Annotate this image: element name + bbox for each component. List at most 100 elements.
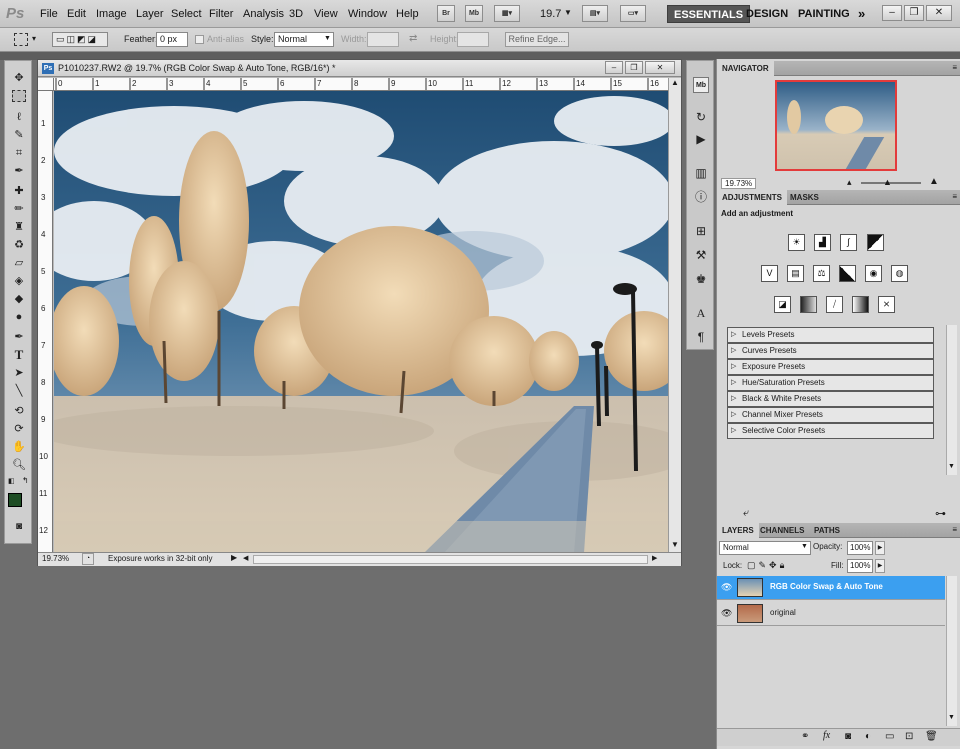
pen-tool-icon[interactable]: ✒ — [11, 329, 27, 345]
tab-masks[interactable]: MASKS — [785, 190, 824, 205]
new-layer-icon[interactable]: ⊡ — [905, 731, 913, 742]
tab-channels[interactable]: CHANNELS — [755, 523, 809, 538]
swap-colors-icon[interactable]: ↰ — [22, 476, 29, 485]
navigator-zoom-field[interactable]: 19.73% — [721, 178, 757, 189]
menu-analysis[interactable]: Analysis — [243, 8, 284, 20]
zoom-level-select[interactable]: 19.7 — [540, 8, 561, 20]
list-item-selective-color-presets[interactable]: Selective Color Presets — [727, 423, 934, 439]
actions-panel-icon[interactable]: ▶ — [693, 131, 709, 147]
vertical-scrollbar[interactable]: ▲ ▼ — [668, 78, 681, 554]
default-colors-icon[interactable]: ◧ — [8, 477, 15, 485]
layer-row-selected[interactable]: 👁︎ RGB Color Swap & Auto Tone — [717, 576, 945, 600]
3d-orbit-tool-icon[interactable]: ⟳ — [11, 421, 27, 437]
document-canvas[interactable] — [54, 91, 668, 553]
zoom-in-icon[interactable]: ▲ — [929, 176, 939, 187]
clone-source-panel-icon[interactable]: ♚ — [693, 271, 709, 287]
quick-selection-tool-icon[interactable]: ✎ — [11, 127, 27, 143]
tab-paths[interactable]: PATHS — [809, 523, 845, 538]
tab-adjustments[interactable]: ADJUSTMENTS — [717, 190, 788, 205]
posterize-icon[interactable] — [800, 296, 817, 313]
layer-style-icon[interactable]: fx — [823, 730, 830, 741]
menu-layer[interactable]: Layer — [136, 8, 164, 20]
brush-tool-icon[interactable]: ✏ — [11, 201, 27, 217]
blur-tool-icon[interactable]: ◆ — [11, 291, 27, 307]
visibility-eye-icon[interactable]: 👁︎ — [721, 608, 732, 619]
screen-mode-button[interactable]: ▭▾ — [620, 5, 646, 22]
doc-close-icon[interactable]: ✕ — [645, 61, 675, 74]
menu-view[interactable]: View — [314, 8, 338, 20]
doc-minimize-icon[interactable]: – — [605, 61, 623, 74]
link-layers-icon[interactable]: ⚭ — [801, 731, 809, 742]
menu-file[interactable]: File — [40, 8, 58, 20]
selective-color-icon[interactable]: ⨯ — [878, 296, 895, 313]
more-workspaces-icon[interactable]: » — [852, 5, 871, 23]
view-extras-button[interactable]: ▦▾ — [494, 5, 520, 22]
type-tool-icon[interactable]: T — [11, 347, 27, 363]
feather-input[interactable]: 0 px — [156, 32, 188, 47]
layers-scrollbar[interactable]: ▼ — [946, 576, 957, 726]
channel-mixer-icon[interactable]: ◍ — [891, 265, 908, 282]
quick-mask-icon[interactable]: ◙ — [11, 519, 27, 535]
threshold-icon[interactable]: ⧸ — [826, 296, 843, 313]
restore-icon[interactable]: ❐ — [904, 5, 924, 21]
workspace-essentials[interactable]: ESSENTIALS — [667, 5, 751, 23]
menu-image[interactable]: Image — [96, 8, 127, 20]
menu-select[interactable]: Select — [171, 8, 202, 20]
black-white-icon[interactable] — [839, 265, 856, 282]
list-item-channel-mixer-presets[interactable]: Channel Mixer Presets — [727, 407, 934, 423]
marquee-tool-icon[interactable] — [12, 90, 26, 102]
shape-tool-icon[interactable]: ╲ — [11, 383, 27, 399]
blend-mode-select[interactable]: Normal — [719, 541, 811, 555]
clone-stamp-tool-icon[interactable]: ♜ — [11, 219, 27, 235]
mini-bridge-panel-icon[interactable]: Mb — [693, 77, 709, 93]
delete-layer-icon[interactable]: 🗑︎ — [925, 731, 938, 742]
mini-bridge-button[interactable]: Mb — [465, 5, 483, 22]
menu-window[interactable]: Window — [348, 8, 387, 20]
list-item-levels-presets[interactable]: Levels Presets — [727, 327, 934, 343]
info-panel-icon[interactable]: ⓘ — [693, 189, 709, 205]
new-group-icon[interactable]: ▭ — [885, 731, 894, 742]
fill-slider-icon[interactable]: ▶ — [875, 559, 885, 573]
status-icon[interactable]: ◔ — [82, 553, 94, 565]
hue-saturation-icon[interactable]: ▤ — [787, 265, 804, 282]
tab-navigator[interactable]: NAVIGATOR — [717, 61, 774, 76]
arrange-documents-button[interactable]: ▤▾ — [582, 5, 608, 22]
menu-edit[interactable]: Edit — [67, 8, 86, 20]
healing-brush-tool-icon[interactable]: ✚ — [11, 183, 27, 199]
scroll-down-icon[interactable]: ▼ — [948, 714, 955, 721]
ruler-origin[interactable] — [38, 78, 54, 91]
scroll-down-icon[interactable]: ▼ — [671, 540, 679, 549]
move-tool-icon[interactable]: ✥ — [11, 70, 27, 86]
list-item-exposure-presets[interactable]: Exposure Presets — [727, 359, 934, 375]
zoom-tool-icon[interactable]: 🔍︎ — [11, 457, 27, 473]
brightness-contrast-icon[interactable]: ☀ — [788, 234, 805, 251]
chevron-down-icon[interactable]: ▾ — [32, 34, 36, 43]
color-balance-icon[interactable]: ⚖ — [813, 265, 830, 282]
3d-rotate-tool-icon[interactable]: ⟲ — [11, 403, 27, 419]
document-tab[interactable]: Ps P1010237.RW2 @ 19.7% (RGB Color Swap … — [38, 60, 681, 77]
clip-to-layer-icon[interactable]: ⊶ — [935, 507, 946, 520]
scroll-up-icon[interactable]: ▲ — [671, 78, 679, 87]
paragraph-panel-icon[interactable]: ¶ — [693, 329, 709, 345]
scroll-left-icon[interactable]: ◀ — [243, 554, 248, 562]
scroll-down-icon[interactable]: ▼ — [948, 463, 955, 470]
foreground-color-swatch[interactable] — [8, 493, 22, 507]
zoom-percent[interactable]: 19.73% — [42, 554, 69, 563]
minimize-icon[interactable]: – — [882, 5, 902, 21]
crop-tool-icon[interactable]: ⌗ — [11, 145, 27, 161]
photo-filter-icon[interactable]: ◉ — [865, 265, 882, 282]
selection-mode-buttons[interactable]: ▭◫◩◪ — [52, 32, 108, 47]
menu-help[interactable]: Help — [396, 8, 419, 20]
return-to-list-icon[interactable]: ⤶ — [743, 507, 749, 520]
workspace-painting[interactable]: PAINTING — [792, 5, 856, 23]
path-selection-tool-icon[interactable]: ➤ — [11, 365, 27, 381]
tab-layers[interactable]: LAYERS — [717, 523, 759, 538]
navigator-preview[interactable] — [775, 80, 897, 171]
lock-icons[interactable]: ▢✎✥🔒︎ — [747, 560, 787, 571]
lasso-tool-icon[interactable]: ℓ — [11, 109, 27, 125]
fill-input[interactable]: 100% — [847, 559, 873, 573]
horizontal-scrollbar[interactable] — [253, 555, 648, 564]
swatches-panel-icon[interactable]: ⊞ — [693, 223, 709, 239]
vibrance-icon[interactable]: V — [761, 265, 778, 282]
paint-bucket-tool-icon[interactable]: ◈ — [11, 273, 27, 289]
